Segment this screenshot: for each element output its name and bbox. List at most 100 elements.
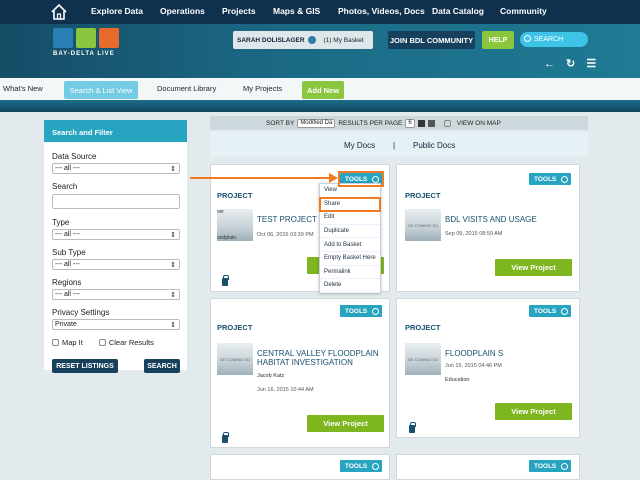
type-value: --- all ---	[55, 231, 80, 238]
select-arrows-icon: ⇕	[170, 165, 176, 173]
map-it-checkbox[interactable]	[52, 339, 59, 346]
sort-by-label: SORT BY	[266, 119, 295, 127]
decorative-wave	[0, 100, 640, 112]
menu-item-edit[interactable]: Edit	[320, 211, 380, 225]
hero-banner: BAY-DELTA LIVE SARAH DOLISLAGER (1) My B…	[0, 24, 640, 78]
map-it-label: Map It	[62, 338, 83, 347]
subtype-select[interactable]: --- all --- ⇕	[52, 259, 180, 270]
tools-button[interactable]: TOOLS	[529, 460, 571, 472]
menu-item-duplicate[interactable]: Duplicate	[320, 225, 380, 239]
tab-my-docs[interactable]: My Docs	[344, 141, 375, 150]
nav-maps-gis[interactable]: Maps & GIS	[273, 6, 320, 16]
project-type-label: PROJECT	[217, 323, 253, 332]
nav-photos-videos-docs[interactable]: Photos, Videos, Docs	[338, 6, 425, 16]
project-thumbnail[interactable]: GE COMING SO	[405, 343, 441, 375]
thumb-caption-top: ver	[217, 209, 224, 215]
project-title[interactable]: BDL VISITS AND USAGE	[445, 215, 575, 224]
nav-data-catalog[interactable]: Data Catalog	[432, 6, 484, 16]
logo-text: BAY-DELTA LIVE	[53, 51, 115, 57]
user-basket-pill[interactable]: SARAH DOLISLAGER (1) My Basket	[233, 31, 373, 49]
regions-select[interactable]: --- all --- ⇕	[52, 289, 180, 300]
view-project-button[interactable]: View Project	[495, 403, 572, 420]
subnav-document-library[interactable]: Document Library	[157, 84, 216, 93]
clear-results-checkbox[interactable]	[98, 339, 106, 346]
subnav-whats-new[interactable]: What's New	[3, 84, 43, 93]
search-icon	[524, 35, 531, 42]
grid-view-icon[interactable]	[417, 119, 425, 127]
tools-dropdown-menu: View Share Edit Duplicate Add to Basket …	[319, 183, 381, 293]
subnav-search-list-view[interactable]: Search & List View	[64, 81, 138, 99]
project-title[interactable]: FLOODPLAIN S	[445, 349, 575, 358]
search-label: Search	[52, 182, 78, 191]
reset-listings-button[interactable]: RESET LISTINGS	[52, 359, 118, 373]
hero-action-icons[interactable]: ← ↻ ☰	[544, 57, 600, 70]
user-name[interactable]: SARAH DOLISLAGER	[237, 37, 305, 44]
nav-community[interactable]: Community	[500, 6, 547, 16]
menu-item-add-to-basket[interactable]: Add to Basket	[320, 238, 380, 252]
nav-operations[interactable]: Operations	[160, 6, 205, 16]
project-thumbnail[interactable]: GE COMING SO	[217, 343, 253, 375]
menu-item-share[interactable]: Share	[319, 196, 381, 213]
subtype-label: Sub Type	[52, 248, 86, 257]
thumb-caption-bottom: oodplain	[217, 235, 236, 241]
annotation-arrow-head	[329, 173, 338, 183]
tools-button[interactable]: TOOLS	[340, 460, 382, 472]
tools-button[interactable]: TOOLS	[529, 305, 571, 317]
filter-search-input[interactable]	[52, 194, 180, 209]
tools-button[interactable]: TOOLS	[340, 305, 382, 317]
select-arrows-icon: ⇕	[170, 261, 176, 269]
menu-item-empty-basket-here[interactable]: Empty Basket Here	[320, 252, 380, 266]
basket-link[interactable]: (1) My Basket	[324, 37, 364, 44]
menu-item-delete[interactable]: Delete	[320, 279, 380, 293]
tools-label: TOOLS	[534, 175, 557, 183]
sort-by-select[interactable]: Modified Da	[297, 118, 336, 128]
subnav-my-projects[interactable]: My Projects	[243, 84, 282, 93]
view-on-map-checkbox[interactable]	[443, 119, 451, 127]
view-project-button[interactable]: View Project	[307, 415, 384, 432]
search-placeholder: SEARCH	[534, 36, 564, 43]
fish-logo-tile	[99, 28, 119, 48]
results-per-page-label: RESULTS PER PAGE	[338, 119, 403, 127]
join-community-button[interactable]: JOIN BDL COMMUNITY	[388, 31, 475, 49]
view-project-button[interactable]: View Project	[495, 259, 572, 276]
tools-label: TOOLS	[534, 462, 557, 470]
results-per-page-select[interactable]: 6	[405, 118, 415, 128]
search-button[interactable]: SEARCH	[144, 359, 180, 373]
tools-label: TOOLS	[345, 462, 368, 470]
filter-panel-title: Search and Filter	[44, 120, 187, 142]
project-type-label: PROJECT	[217, 191, 253, 200]
home-icon[interactable]	[50, 3, 68, 21]
tab-public-docs[interactable]: Public Docs	[413, 141, 455, 150]
data-source-select[interactable]: --- all --- ⇕	[52, 163, 180, 174]
list-view-icon[interactable]	[427, 119, 435, 127]
bay-delta-live-logo[interactable]: BAY-DELTA LIVE	[53, 28, 125, 74]
nav-projects[interactable]: Projects	[222, 6, 256, 16]
site-search-input[interactable]: SEARCH	[520, 32, 588, 47]
project-date: Jun 16, 2015 10:44 AM	[257, 387, 314, 393]
project-date: Sep 09, 2015 08:59 AM	[445, 231, 503, 237]
menu-item-permalink[interactable]: Permalink	[320, 266, 380, 280]
nav-explore-data[interactable]: Explore Data	[91, 6, 143, 16]
add-new-button[interactable]: Add New	[302, 81, 344, 99]
type-select[interactable]: --- all --- ⇕	[52, 229, 180, 240]
project-card: TOOLS	[210, 454, 390, 480]
gear-icon	[561, 307, 569, 315]
tools-label: TOOLS	[534, 307, 557, 315]
lock-icon	[222, 432, 229, 443]
gear-icon[interactable]	[307, 36, 316, 44]
lock-icon	[222, 275, 229, 286]
project-thumbnail[interactable]: ver oodplain	[217, 209, 253, 241]
project-date: Oct 06, 2015 03:39 PM	[257, 232, 314, 238]
lock-icon	[409, 422, 416, 433]
privacy-select[interactable]: Private ⇕	[52, 319, 180, 330]
data-source-label: Data Source	[52, 152, 97, 161]
top-nav: Explore Data Operations Projects Maps & …	[0, 0, 640, 24]
tools-button[interactable]: TOOLS	[529, 173, 571, 185]
help-button[interactable]: HELP	[482, 31, 514, 49]
search-filter-panel: Search and Filter Data Source --- all --…	[44, 120, 187, 373]
project-thumbnail[interactable]: GE COMING SO	[405, 209, 441, 241]
project-title[interactable]: CENTRAL VALLEY FLOODPLAIN HABITAT INVEST…	[257, 349, 387, 367]
project-type-label: PROJECT	[405, 323, 441, 332]
privacy-label: Privacy Settings	[52, 308, 110, 317]
project-title[interactable]: TEST PROJECT	[257, 215, 327, 224]
